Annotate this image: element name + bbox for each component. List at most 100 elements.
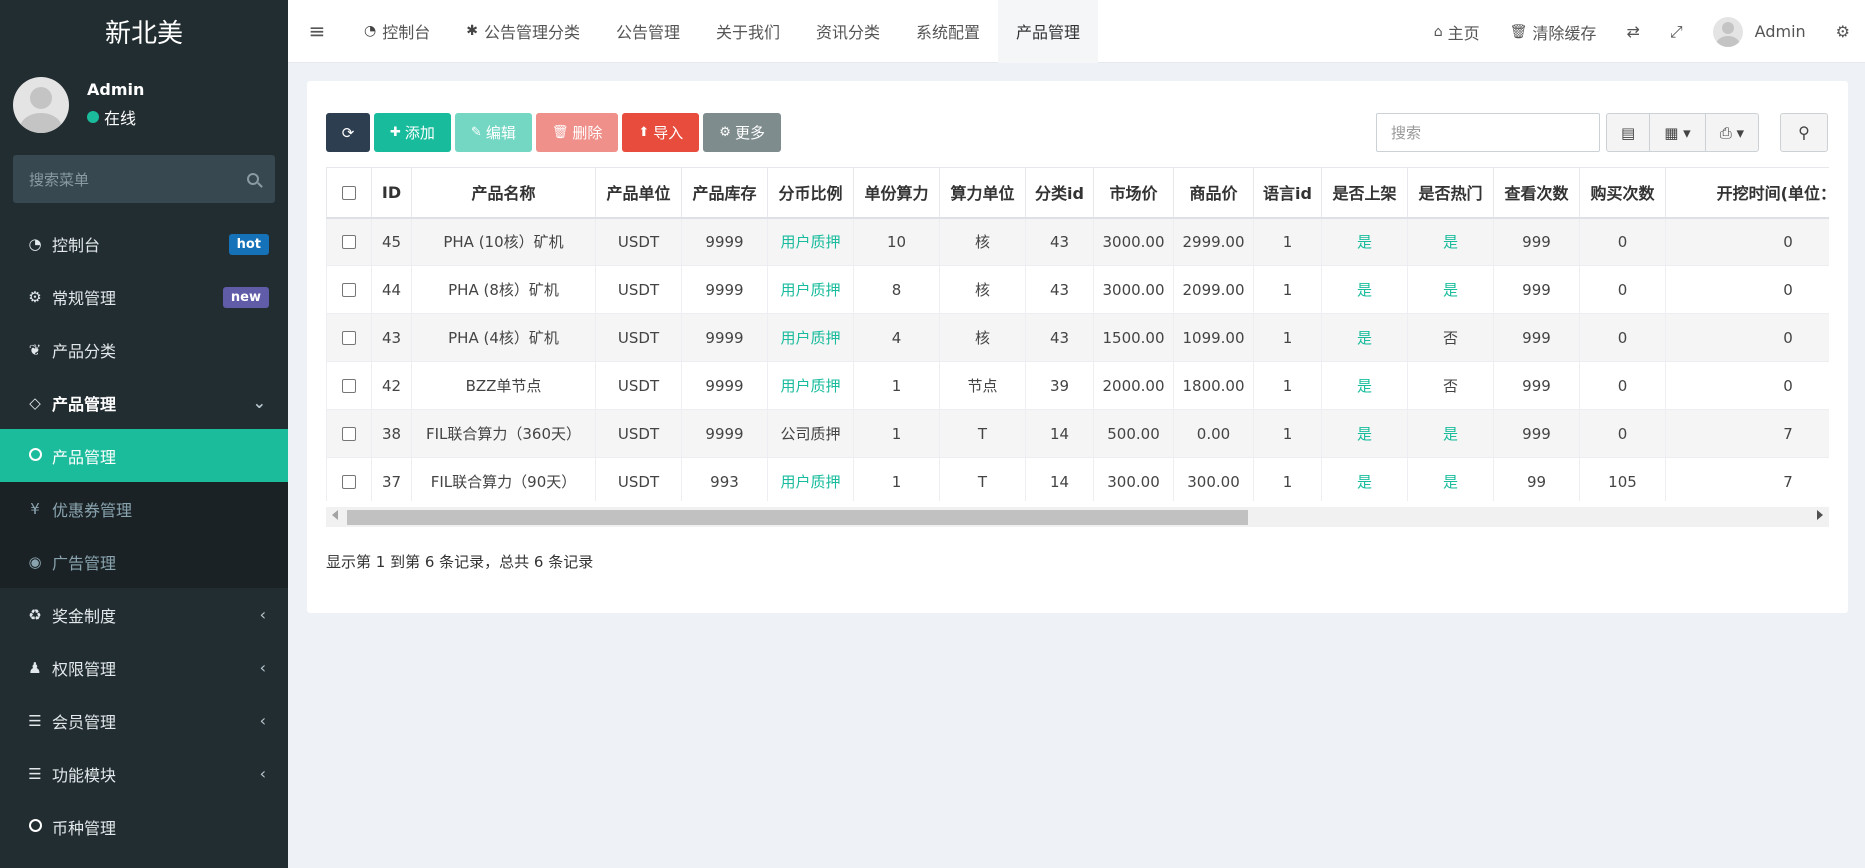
table-cell: 43 [1025,217,1094,266]
sidebar-subitem-ads[interactable]: ◉ 广告管理 [0,535,288,588]
clear-cache-button[interactable]: 🗑 清除缓存 [1495,20,1612,44]
table-cell: 39 [1025,361,1094,410]
card-view-icon[interactable]: ▤ [1607,114,1651,151]
advanced-search-button[interactable]: ⚲ [1780,113,1828,152]
table-cell: FIL联合算力（360天） [411,409,596,458]
sidebar-item-label: 产品分类 [52,341,117,361]
row-checkbox[interactable] [342,235,356,250]
table-search-input[interactable]: 搜索 [1376,113,1600,152]
row-select-cell[interactable] [326,361,372,410]
table-cell: 0 [1665,265,1829,314]
refresh-button[interactable]: ⟳ [326,113,370,152]
column-header[interactable]: 分币比例 [767,167,854,219]
row-select-cell[interactable] [326,409,372,458]
settings-gear-icon[interactable]: ⚙ [1821,22,1865,41]
refresh-icon: ⟳ [341,123,355,142]
table-cell: 10 [853,217,940,266]
row-checkbox[interactable] [342,283,356,297]
column-header[interactable]: 市场价 [1093,167,1174,219]
scroll-left-icon[interactable] [332,510,338,520]
tab-news-category[interactable]: 资讯分类 [798,0,898,63]
sidebar-item-modules[interactable]: ☰ 功能模块 ‹ [0,747,288,800]
column-header[interactable]: 是否上架 [1321,167,1408,219]
row-select-cell[interactable] [326,217,372,266]
edit-button[interactable]: ✎ 编辑 [454,113,532,152]
row-select-cell[interactable] [326,313,372,362]
sidebar-item-members[interactable]: ☰ 会员管理 ‹ [0,694,288,747]
select-all-checkbox[interactable] [342,186,356,201]
tab-label: 关于我们 [716,23,781,42]
tab-about[interactable]: 关于我们 [698,0,798,63]
add-button[interactable]: ✚ 添加 [374,113,451,152]
column-header[interactable]: 分类id [1025,167,1094,219]
table-row[interactable]: 43 PHA (4核）矿机 USDT 9999 用户质押 4 核 43 1500.00 1099.… [326,313,1829,362]
column-header[interactable]: 开挖时间(单位：天) [1665,167,1829,219]
column-header[interactable]: 产品名称 [411,167,596,219]
columns-toggle-button[interactable]: ▦ ▾ [1650,114,1706,151]
tab-system-config[interactable]: 系统配置 [898,0,998,63]
menu-search-input[interactable]: 搜索菜单 [13,155,275,203]
column-header[interactable]: 产品单位 [595,167,682,219]
sidebar-item-label: 产品管理 [52,447,117,467]
language-icon[interactable]: ⇄ [1611,22,1654,41]
sidebar-item-bonus[interactable]: ♻ 奖金制度 ‹ [0,588,288,641]
table-row[interactable]: 45 PHA (10核）矿机 USDT 9999 用户质押 10 核 43 3000.00 299… [326,217,1829,266]
horizontal-scrollbar[interactable] [326,507,1829,527]
user-menu[interactable]: Admin [1698,16,1821,47]
chevron-left-icon: ‹ [259,605,266,624]
chevron-left-icon: ‹ [259,658,266,677]
export-button[interactable]: ⎙ ▾ [1706,114,1758,151]
sidebar-item-dashboard[interactable]: ◔ 控制台 hot [0,217,288,270]
tab-product-management[interactable]: 产品管理 [998,0,1099,63]
column-header[interactable]: 语言id [1253,167,1322,219]
tab-dashboard[interactable]: ◔ 控制台 [346,0,448,63]
leaf-icon: ❦ [28,340,42,359]
sidebar-item-permissions[interactable]: ♟ 权限管理 ‹ [0,641,288,694]
column-header[interactable]: 单份算力 [853,167,940,219]
sidebar-item-currency[interactable]: 币种管理 [0,800,288,853]
menu-toggle-icon[interactable]: ≡ [288,19,346,43]
home-link[interactable]: ⌂ 主页 [1419,20,1495,44]
table-row[interactable]: 38 FIL联合算力（360天） USDT 9999 公司质押 1 T 14 500.00 0.0… [326,409,1829,458]
sidebar-item-general[interactable]: ⚙ 常规管理 new [0,270,288,323]
select-all-header[interactable] [326,167,372,219]
table-cell: 公司质押 [767,409,854,458]
column-header[interactable]: 查看次数 [1493,167,1580,219]
tab-notice-category[interactable]: ✱ 公告管理分类 [448,0,598,63]
scroll-thumb[interactable] [347,510,1248,525]
row-checkbox[interactable] [342,475,356,489]
table-row[interactable]: 42 BZZ单节点 USDT 9999 用户质押 1 节点 39 2000.00 1800.00 1… [326,361,1829,410]
column-header[interactable]: 购买次数 [1579,167,1666,219]
column-header[interactable]: ID [371,167,412,219]
scroll-right-icon[interactable] [1817,510,1823,520]
search-icon[interactable] [247,173,259,185]
table-cell: 是 [1407,409,1494,458]
column-header[interactable]: 是否热门 [1407,167,1494,219]
table-cell: 3000.00 [1093,265,1174,314]
sidebar-subitem-coupon[interactable]: ¥ 优惠券管理 [0,482,288,535]
sidebar-item-product-category[interactable]: ❦ 产品分类 [0,323,288,376]
column-header[interactable]: 商品价 [1173,167,1254,219]
sidebar-subitem-product-management[interactable]: 产品管理 [0,429,288,482]
row-checkbox[interactable] [342,379,356,393]
column-header[interactable]: 产品库存 [681,167,768,219]
more-label: 更多 [734,124,765,142]
tab-notice[interactable]: 公告管理 [598,0,698,63]
row-checkbox[interactable] [342,427,356,441]
fullscreen-icon[interactable]: ⤢ [1655,22,1698,42]
delete-button[interactable]: 🗑 删除 [535,113,619,152]
user-panel: Admin 在线 [0,62,288,147]
sidebar-item-product-management[interactable]: ◇ 产品管理 ⌄ [0,376,288,429]
table-cell: 99 [1493,457,1580,501]
row-select-cell[interactable] [326,457,372,501]
import-button[interactable]: ⬆ 导入 [622,113,700,152]
table-cell: USDT [595,409,682,458]
more-button[interactable]: ⚙ 更多 [703,113,781,152]
table-row[interactable]: 44 PHA (8核）矿机 USDT 9999 用户质押 8 核 43 3000.00 2099.… [326,265,1829,314]
row-select-cell[interactable] [326,265,372,314]
column-header[interactable]: 算力单位 [939,167,1026,219]
table-cell: 4 [853,313,940,362]
app-logo[interactable]: 新北美 [0,0,288,62]
row-checkbox[interactable] [342,331,356,345]
table-row[interactable]: 37 FIL联合算力（90天） USDT 993 用户质押 1 T 14 300.00 300.0… [326,457,1829,501]
